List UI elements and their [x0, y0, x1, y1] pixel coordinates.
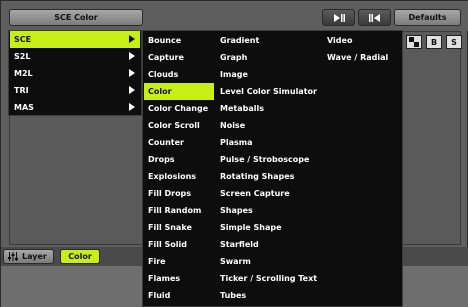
- sliders-icon: [8, 252, 18, 261]
- submenu-item-label: SCE: [14, 35, 32, 44]
- effect-item-gradient[interactable]: Gradient: [216, 32, 321, 49]
- submenu-item-sce[interactable]: SCE: [10, 31, 140, 48]
- effect-item-level-color-simulator[interactable]: Level Color Simulator: [216, 83, 321, 100]
- effect-item-plasma[interactable]: Plasma: [216, 134, 321, 151]
- step-forward-icon: [333, 13, 345, 22]
- effect-item-graph[interactable]: Graph: [216, 49, 321, 66]
- submenu-item-label: M2L: [14, 69, 33, 78]
- chevron-right-icon: [129, 86, 135, 94]
- effect-item-capture[interactable]: Capture: [144, 49, 214, 66]
- chevron-right-icon: [129, 52, 135, 60]
- layer-button[interactable]: Layer: [3, 249, 54, 264]
- effect-item-clouds[interactable]: Clouds: [144, 66, 214, 83]
- effect-item-fill-random[interactable]: Fill Random: [144, 202, 214, 219]
- effect-item-swarm[interactable]: Swarm: [216, 253, 321, 270]
- b-button[interactable]: B: [426, 35, 442, 49]
- step-forward-button[interactable]: [322, 9, 355, 26]
- submenu-item-label: TRI: [14, 86, 29, 95]
- effect-title-button[interactable]: SCE Color: [9, 9, 143, 26]
- s-button[interactable]: S: [446, 35, 462, 49]
- effect-item-color[interactable]: Color: [144, 83, 214, 100]
- chevron-right-icon: [129, 35, 135, 43]
- effect-item-simple-shape[interactable]: Simple Shape: [216, 219, 321, 236]
- submenu-item-label: S2L: [14, 52, 31, 61]
- step-back-icon: [368, 13, 380, 22]
- checker-icon[interactable]: [406, 35, 422, 49]
- effect-item-flames[interactable]: Flames: [144, 270, 214, 287]
- chevron-right-icon: [129, 69, 135, 77]
- effect-item-video[interactable]: Video: [323, 32, 401, 49]
- effect-item-fire[interactable]: Fire: [144, 253, 214, 270]
- effect-item-screen-capture[interactable]: Screen Capture: [216, 185, 321, 202]
- effect-item-starfield[interactable]: Starfield: [216, 236, 321, 253]
- effect-item-rotating-shapes[interactable]: Rotating Shapes: [216, 168, 321, 185]
- submenu-item-m2l[interactable]: M2L: [10, 65, 140, 82]
- effect-item-color-change[interactable]: Color Change: [144, 100, 214, 117]
- effect-item-explosions[interactable]: Explosions: [144, 168, 214, 185]
- effects-menu: Bounce Capture Clouds Color Color Change Colo…: [142, 30, 403, 307]
- effect-item-color-scroll[interactable]: Color Scroll: [144, 117, 214, 134]
- effect-item-fill-snake[interactable]: Fill Snake: [144, 219, 214, 236]
- chevron-right-icon: [129, 103, 135, 111]
- submenu-item-tri[interactable]: TRI: [10, 82, 140, 99]
- submenu-item-s2l[interactable]: S2L: [10, 48, 140, 65]
- effect-item-counter[interactable]: Counter: [144, 134, 214, 151]
- effect-category-menu: SCE S2L M2L TRI MAS: [8, 30, 142, 116]
- effect-item-fill-drops[interactable]: Fill Drops: [144, 185, 214, 202]
- color-tab-button[interactable]: Color: [60, 249, 100, 264]
- step-back-button[interactable]: [358, 9, 391, 26]
- submenu-item-label: MAS: [14, 103, 34, 112]
- effect-item-wave-radial[interactable]: Wave / Radial: [323, 49, 401, 66]
- layer-label: Layer: [22, 252, 47, 261]
- effect-item-noise[interactable]: Noise: [216, 117, 321, 134]
- effect-item-fill-solid[interactable]: Fill Solid: [144, 236, 214, 253]
- effect-item-fluid[interactable]: Fluid: [144, 287, 214, 304]
- effect-item-drops[interactable]: Drops: [144, 151, 214, 168]
- submenu-item-mas[interactable]: MAS: [10, 99, 140, 116]
- effect-item-metaballs[interactable]: Metaballs: [216, 100, 321, 117]
- top-toolbar: SCE Color Defaults: [1, 1, 468, 31]
- defaults-button[interactable]: Defaults: [394, 9, 461, 26]
- effect-item-pulse-stroboscope[interactable]: Pulse / Stroboscope: [216, 151, 321, 168]
- effect-item-shapes[interactable]: Shapes: [216, 202, 321, 219]
- checkerboard-icon: [409, 37, 419, 47]
- effect-item-tubes[interactable]: Tubes: [216, 287, 321, 304]
- effect-item-image[interactable]: Image: [216, 66, 321, 83]
- effect-item-bounce[interactable]: Bounce: [144, 32, 214, 49]
- effect-item-ticker-scrolling-text[interactable]: Ticker / Scrolling Text: [216, 270, 321, 287]
